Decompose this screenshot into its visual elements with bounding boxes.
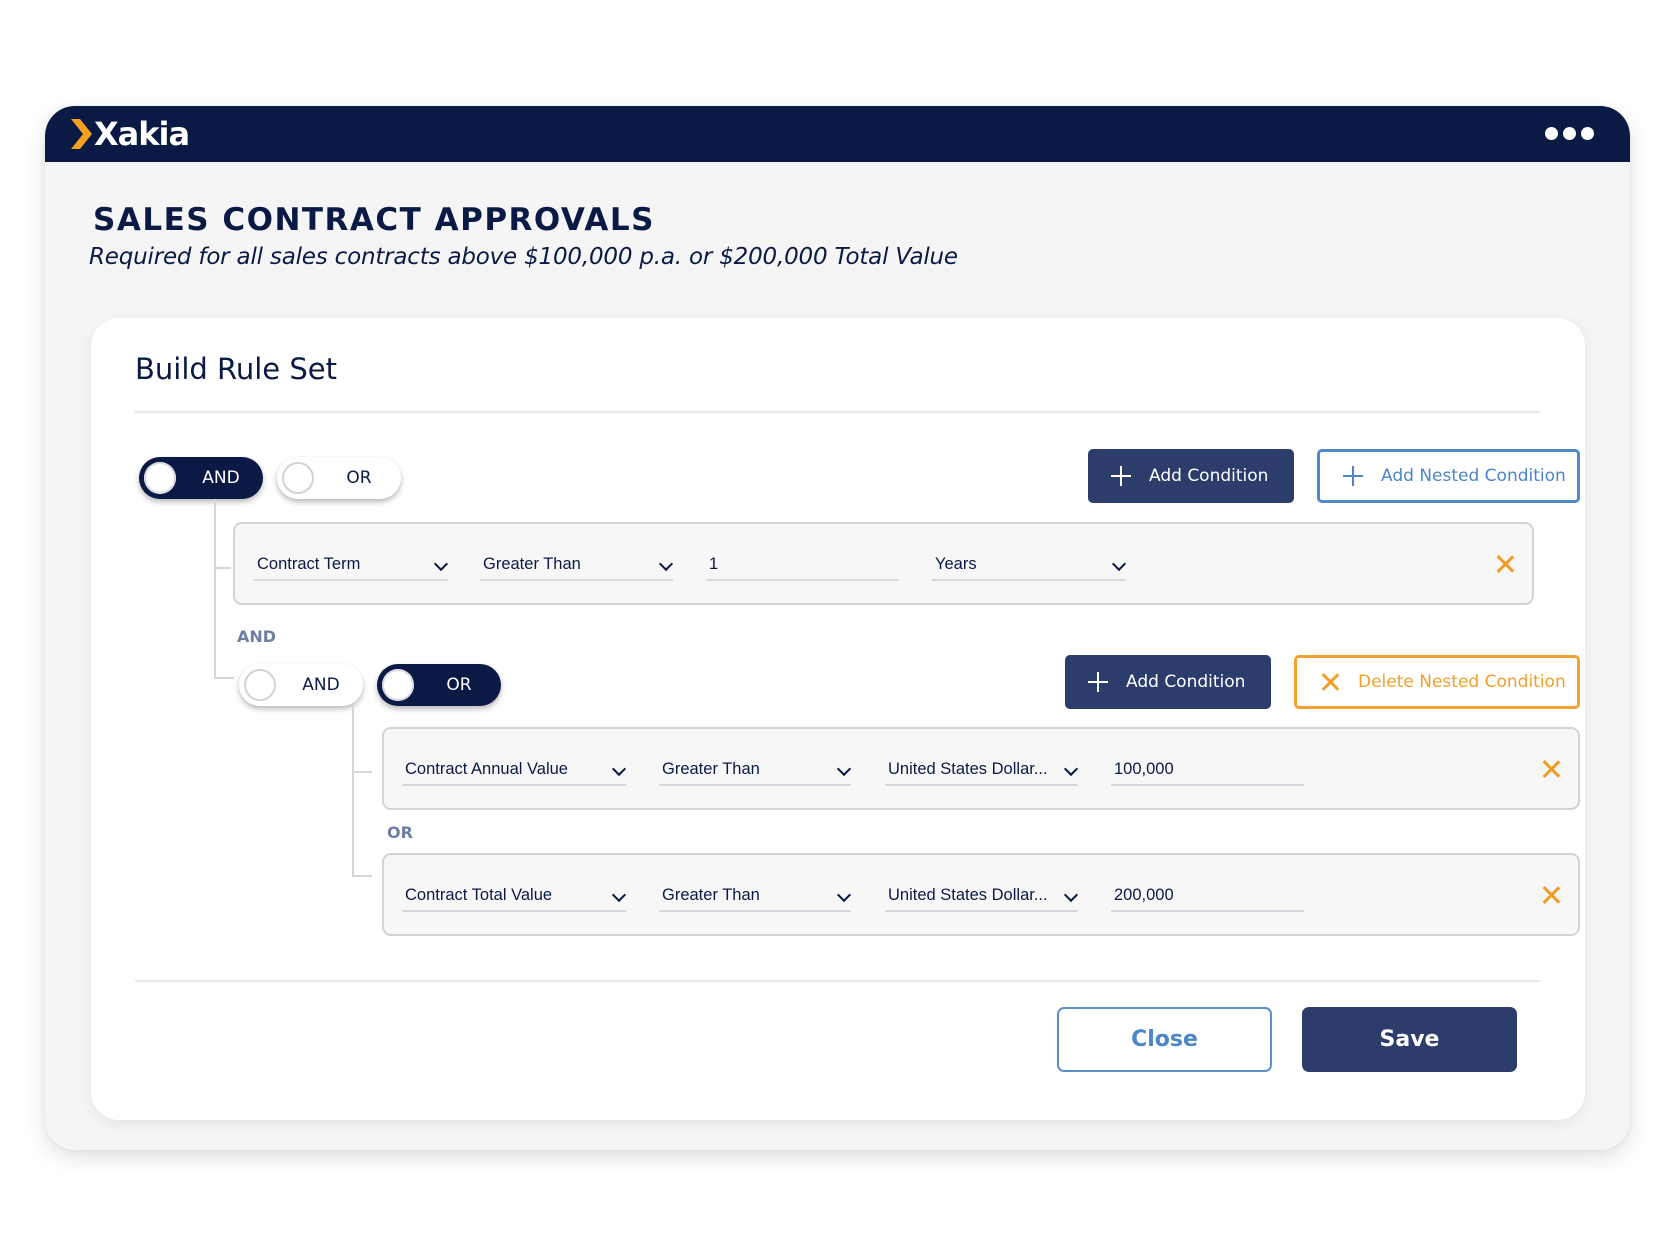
select-value: Greater Than: [662, 760, 760, 778]
brand-name: Xakia: [94, 115, 190, 153]
delete-nested-condition-button[interactable]: Delete Nested Condition: [1294, 655, 1580, 709]
select-value: Contract Term: [257, 555, 361, 573]
currency-select[interactable]: United States Dollar...: [885, 881, 1079, 912]
add-condition-button[interactable]: Add Condition: [1088, 449, 1294, 503]
joiner-label: AND: [237, 627, 277, 646]
chevron-down-icon: [836, 887, 852, 903]
toggle-knob: [244, 669, 276, 701]
operator-select[interactable]: Greater Than: [659, 755, 852, 786]
app-window: Xakia SALES CONTRACT APPROVALS Required …: [45, 106, 1630, 1150]
value-input[interactable]: 1: [706, 550, 899, 581]
select-value: Greater Than: [483, 555, 581, 573]
add-nested-condition-button[interactable]: Add Nested Condition: [1317, 449, 1580, 503]
button-label: Add Condition: [1126, 672, 1246, 692]
brand-logo[interactable]: Xakia: [71, 115, 190, 153]
plus-icon: [1110, 465, 1132, 487]
toggle-label: OR: [346, 468, 372, 488]
card-title: Build Rule Set: [135, 352, 337, 386]
page-title: SALES CONTRACT APPROVALS: [93, 202, 655, 238]
toggle-label: AND: [302, 675, 340, 695]
remove-condition-icon[interactable]: [1540, 758, 1562, 780]
top-bar: Xakia: [45, 106, 1630, 162]
logo-chevron-icon: [71, 119, 92, 149]
nested-and-toggle[interactable]: AND: [239, 664, 363, 706]
chevron-down-icon: [433, 556, 449, 572]
dot: [1545, 127, 1558, 140]
chevron-down-icon: [836, 761, 852, 777]
tree-line: [352, 706, 354, 876]
nested-or-toggle[interactable]: OR: [377, 664, 501, 706]
plus-icon: [1342, 465, 1364, 487]
currency-select[interactable]: United States Dollar...: [885, 755, 1079, 786]
save-button[interactable]: Save: [1302, 1007, 1517, 1072]
nested-add-condition-button[interactable]: Add Condition: [1065, 655, 1271, 709]
joiner-label: OR: [387, 823, 413, 842]
condition-row: Contract Annual Value Greater Than Unite…: [382, 727, 1580, 810]
value-input[interactable]: 200,000: [1111, 881, 1304, 912]
tree-branch: [214, 677, 234, 679]
toggle-label: OR: [446, 675, 472, 695]
toggle-knob: [382, 669, 414, 701]
page-subtitle: Required for all sales contracts above $…: [89, 244, 958, 270]
button-label: Add Condition: [1149, 466, 1269, 486]
footer-divider: [135, 980, 1540, 982]
toggle-knob: [282, 462, 314, 494]
select-value: Contract Annual Value: [405, 760, 568, 778]
close-icon: [1319, 671, 1341, 693]
tree-branch: [214, 567, 231, 569]
close-button[interactable]: Close: [1057, 1007, 1272, 1072]
remove-condition-icon[interactable]: [1494, 553, 1516, 575]
plus-icon: [1087, 671, 1109, 693]
input-value: 200,000: [1114, 886, 1174, 904]
chevron-down-icon: [611, 761, 627, 777]
remove-condition-icon[interactable]: [1540, 884, 1562, 906]
input-value: 1: [709, 555, 719, 573]
tree-line: [214, 499, 216, 679]
field-select[interactable]: Contract Total Value: [402, 881, 627, 912]
toggle-label: AND: [202, 468, 240, 488]
field-select[interactable]: Contract Term: [254, 550, 449, 581]
button-label: Delete Nested Condition: [1358, 672, 1566, 692]
operator-select[interactable]: Greater Than: [480, 550, 674, 581]
operator-select[interactable]: Greater Than: [659, 881, 852, 912]
button-label: Add Nested Condition: [1381, 466, 1566, 486]
rule-set-card: Build Rule Set AND OR Add Condition Add …: [91, 318, 1585, 1120]
select-value: United States Dollar...: [888, 760, 1048, 778]
root-or-toggle[interactable]: OR: [277, 457, 401, 499]
tree-branch: [352, 875, 372, 877]
value-input[interactable]: 100,000: [1111, 755, 1304, 786]
select-value: Years: [935, 555, 977, 573]
chevron-down-icon: [1063, 887, 1079, 903]
unit-select[interactable]: Years: [932, 550, 1127, 581]
field-select[interactable]: Contract Annual Value: [402, 755, 627, 786]
chevron-down-icon: [658, 556, 674, 572]
tree-branch: [352, 771, 372, 773]
chevron-down-icon: [1111, 556, 1127, 572]
dot: [1563, 127, 1576, 140]
more-menu-icon[interactable]: [1545, 127, 1594, 140]
condition-row: Contract Term Greater Than 1 Years: [233, 522, 1534, 605]
select-value: Contract Total Value: [405, 886, 553, 904]
chevron-down-icon: [611, 887, 627, 903]
condition-row: Contract Total Value Greater Than United…: [382, 853, 1580, 936]
input-value: 100,000: [1114, 760, 1174, 778]
dot: [1581, 127, 1594, 140]
root-and-toggle[interactable]: AND: [139, 457, 263, 499]
toggle-knob: [144, 462, 176, 494]
header-divider: [135, 411, 1540, 413]
select-value: United States Dollar...: [888, 886, 1048, 904]
select-value: Greater Than: [662, 886, 760, 904]
chevron-down-icon: [1063, 761, 1079, 777]
